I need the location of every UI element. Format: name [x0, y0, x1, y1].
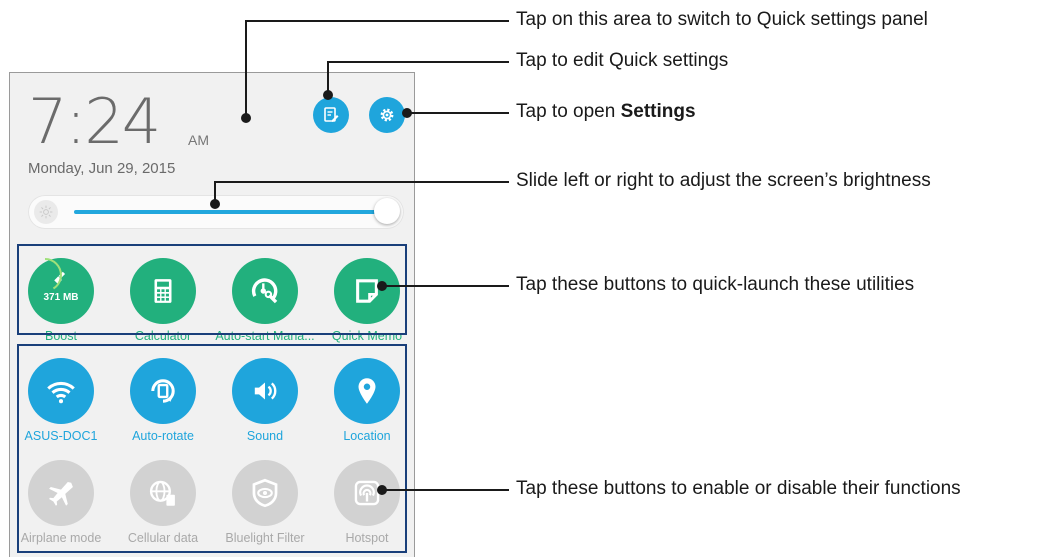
caption-settings-prefix: Tap to open [516, 101, 621, 122]
brightness-icon [34, 200, 58, 224]
gear-icon [380, 108, 394, 122]
brightness-line-v [214, 181, 216, 203]
caption-edit: Tap to edit Quick settings [516, 50, 729, 71]
clock-ampm: AM [188, 132, 209, 148]
caption-settings-bold: Settings [620, 101, 696, 122]
clock-time: 7:24 [28, 85, 161, 158]
toggles-frame [17, 344, 407, 553]
utilities-frame [17, 244, 407, 335]
settings-line [407, 112, 509, 114]
edit-line-h [327, 61, 509, 63]
brightness-handle[interactable] [374, 198, 400, 224]
switch-panel-line-h [245, 20, 509, 22]
caption-settings: Tap to open Settings [516, 101, 696, 123]
brightness-track [74, 210, 380, 214]
brightness-line-h [214, 181, 509, 183]
clock-date: Monday, Jun 29, 2015 [28, 160, 176, 177]
caption-utilities: Tap these buttons to quick-launch these … [516, 274, 915, 295]
caption-switch-panel: Tap on this area to switch to Quick sett… [516, 9, 928, 30]
edit-line-v [327, 61, 329, 94]
settings-button[interactable] [369, 97, 405, 133]
utilities-line [382, 285, 509, 287]
toggles-line [382, 489, 509, 491]
edit-icon [324, 107, 339, 122]
switch-panel-line-v [245, 20, 247, 118]
caption-toggles: Tap these buttons to enable or disable t… [516, 478, 961, 499]
edit-quick-settings-button[interactable] [313, 97, 349, 133]
caption-brightness: Slide left or right to adjust the screen… [516, 170, 931, 191]
